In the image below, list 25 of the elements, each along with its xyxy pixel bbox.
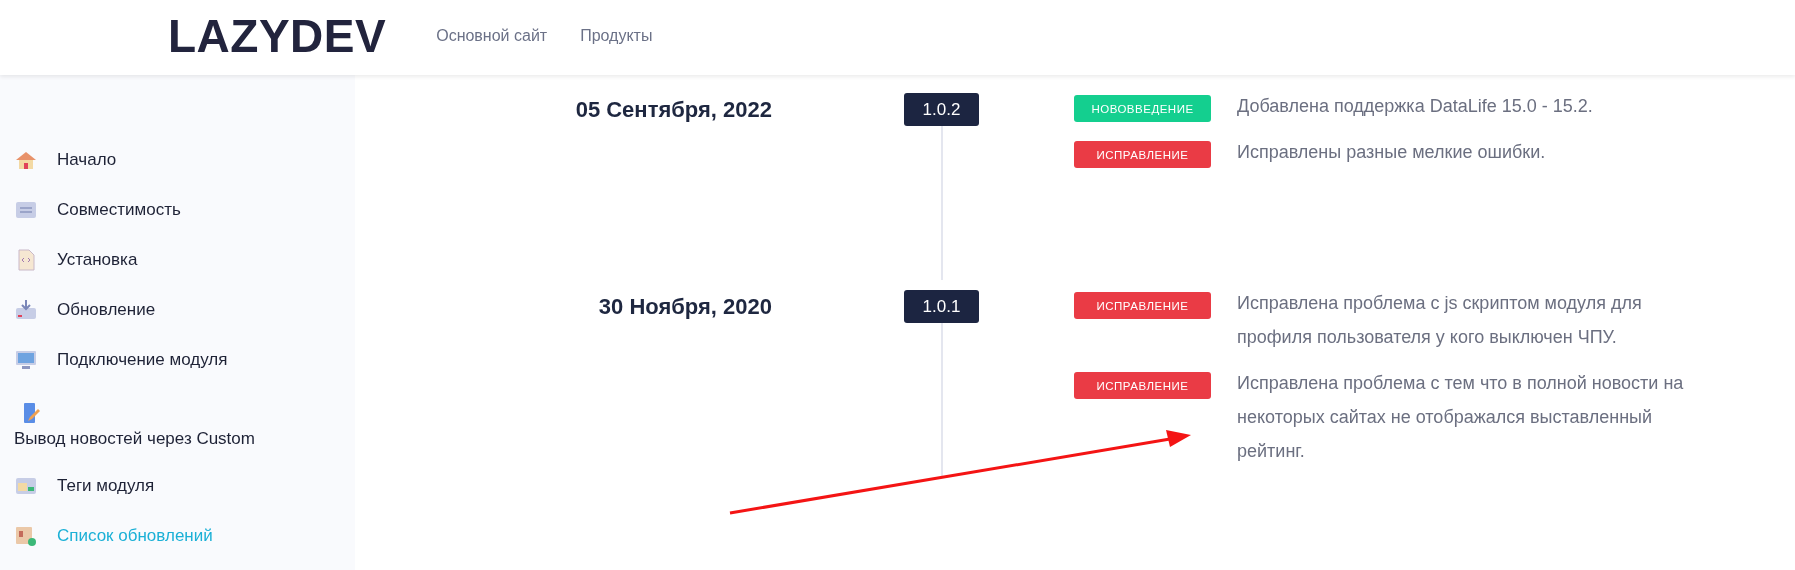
change-description: Добавлена поддержка DataLife 15.0 - 15.2. bbox=[1237, 95, 1594, 118]
change-description: Исправлена проблема с js скриптом модуля для профиля пользователя у кого выключен ЧПУ. bbox=[1237, 292, 1643, 349]
sidebar-item[interactable]: Вывод новостей через Custom bbox=[14, 385, 355, 461]
change-description: Исправлена проблема с тем что в полной новости на некоторых сайтах не отображался выставленный рейтинг. bbox=[1237, 372, 1685, 463]
monitor-icon bbox=[14, 348, 38, 372]
change-tag: ИСПРАВЛЕНИЕ bbox=[1074, 292, 1211, 319]
version-badge: 1.0.2 bbox=[904, 93, 979, 126]
sidebar-item[interactable]: Установка bbox=[14, 235, 355, 285]
version-badge: 1.0.1 bbox=[904, 290, 979, 323]
release-date: 05 Сентября, 2022 bbox=[574, 96, 772, 124]
change-tag: ИСПРАВЛЕНИЕ bbox=[1074, 141, 1211, 168]
sidebar-item[interactable]: Обновление bbox=[14, 285, 355, 335]
nav-link[interactable]: Основной сайт bbox=[436, 27, 548, 45]
release-date: 30 Ноября, 2020 bbox=[597, 293, 772, 321]
sidebar-item[interactable]: Начало bbox=[14, 135, 355, 185]
sidebar-item[interactable]: Теги модуля bbox=[14, 461, 355, 511]
nav-link[interactable]: Продукты bbox=[580, 27, 653, 45]
change-tag: НОВОВВЕДЕНИЕ bbox=[1074, 95, 1211, 122]
change-tag: ИСПРАВЛЕНИЕ bbox=[1074, 372, 1211, 399]
download-drive-icon bbox=[14, 298, 38, 322]
change-description: Исправлены разные мелкие ошибки. bbox=[1237, 141, 1547, 164]
sidebar-item[interactable]: Подключение модуля bbox=[14, 335, 355, 385]
list-document-icon bbox=[14, 524, 38, 548]
logo[interactable]: LAZYDEV bbox=[168, 9, 387, 63]
sidebar-item[interactable]: Совместимость bbox=[14, 185, 355, 235]
